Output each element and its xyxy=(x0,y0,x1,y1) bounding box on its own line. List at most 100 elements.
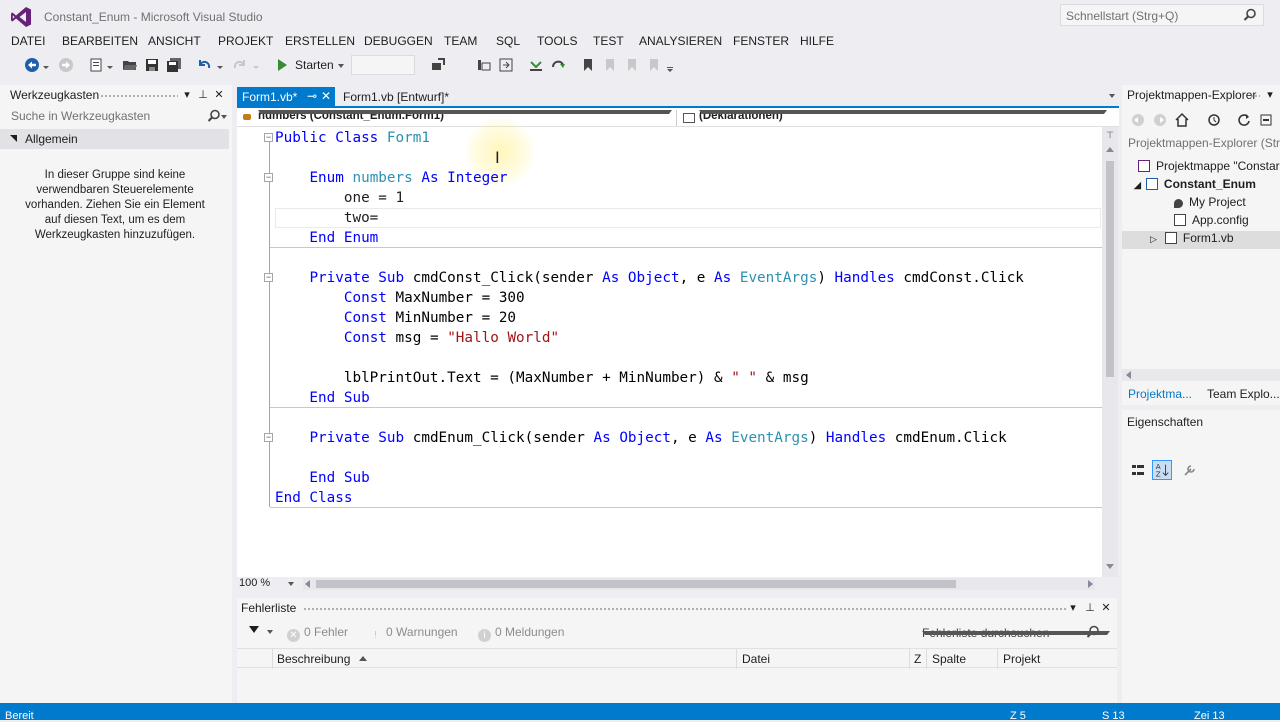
panel-menu-icon[interactable]: ▾ xyxy=(1264,88,1276,102)
tab-close-icon[interactable]: ✕ xyxy=(321,89,331,103)
tree-node-form1[interactable]: ▷ Form1.vb xyxy=(1122,231,1280,249)
tree-node-my-project[interactable]: My Project xyxy=(1174,195,1246,213)
menu-team[interactable]: TEAM xyxy=(444,34,477,48)
menu-bearbeiten[interactable]: BEARBEITEN xyxy=(62,34,138,48)
tab-form1-vb[interactable]: Form1.vb* ⊸ ✕ xyxy=(237,87,335,107)
split-window-icon[interactable]: ⊤ xyxy=(1105,130,1115,140)
alphabetical-icon[interactable]: AZ xyxy=(1152,460,1172,480)
save-all-icon[interactable] xyxy=(166,57,182,73)
find-in-files-icon[interactable] xyxy=(476,57,492,73)
code-line-1[interactable]: Public Class Form1 xyxy=(275,128,430,148)
pending-changes-icon[interactable] xyxy=(1206,112,1222,128)
fold-toggle-icon[interactable]: − xyxy=(264,433,273,442)
new-project-icon[interactable] xyxy=(88,57,104,73)
undo-icon[interactable] xyxy=(196,57,212,73)
column-spalte[interactable]: Spalte xyxy=(932,652,966,666)
panel-menu-icon[interactable]: ▾ xyxy=(181,88,193,102)
open-file-icon[interactable] xyxy=(122,57,138,73)
code-line-19[interactable]: End Class xyxy=(275,488,352,508)
code-line-16[interactable]: Private Sub cmdEnum_Click(sender As Obje… xyxy=(275,428,1006,448)
scroll-left-icon[interactable] xyxy=(1126,371,1131,379)
collapsed-arrow-icon[interactable]: ▷ xyxy=(1150,234,1157,244)
solution-horizontal-scrollbar[interactable] xyxy=(1122,369,1280,381)
warnings-filter-button[interactable]: ! 0 Warnungen xyxy=(369,625,458,642)
scroll-thumb[interactable] xyxy=(1106,161,1114,377)
panel-menu-icon[interactable]: ▾ xyxy=(1067,601,1079,615)
back-icon[interactable] xyxy=(24,57,40,73)
code-line-13[interactable]: lblPrintOut.Text = (MaxNumber + MinNumbe… xyxy=(275,368,809,388)
tab-form1-designer[interactable]: Form1.vb [Entwurf]* xyxy=(343,90,449,104)
step-over-icon[interactable] xyxy=(550,57,566,73)
property-pages-icon[interactable] xyxy=(1182,462,1198,478)
scroll-up-icon[interactable] xyxy=(1106,147,1114,152)
menu-debuggen[interactable]: DEBUGGEN xyxy=(364,34,433,48)
back-icon[interactable] xyxy=(1130,112,1146,128)
toolbox-group-allgemein[interactable]: Allgemein xyxy=(0,129,229,149)
member-dropdown[interactable]: (Deklarationen) xyxy=(681,110,1111,126)
properties-object-combo[interactable] xyxy=(1126,434,1280,454)
step-into-icon[interactable] xyxy=(528,57,544,73)
start-dropdown-icon[interactable] xyxy=(338,64,344,68)
next-bookmark-icon[interactable] xyxy=(624,57,640,73)
tab-team-explorer[interactable]: Team Explo... xyxy=(1207,387,1280,401)
save-icon[interactable] xyxy=(144,57,160,73)
filter-dropdown-icon[interactable] xyxy=(267,630,273,634)
categorized-icon[interactable] xyxy=(1130,462,1146,478)
toolbar-overflow-icon[interactable] xyxy=(666,57,674,73)
column-datei[interactable]: Datei xyxy=(742,652,770,666)
tree-node-project[interactable]: ◢ Constant_Enum xyxy=(1134,177,1256,195)
code-line-18[interactable]: End Sub xyxy=(275,468,369,488)
menu-datei[interactable]: DATEI xyxy=(11,34,45,48)
scroll-thumb[interactable] xyxy=(316,580,956,588)
code-line-11[interactable]: Const msg = "Hallo World" xyxy=(275,328,559,348)
tab-list-dropdown-icon[interactable] xyxy=(1109,94,1115,98)
collapse-all-icon[interactable] xyxy=(1258,112,1274,128)
filter-icon[interactable] xyxy=(249,626,259,633)
menu-tools[interactable]: TOOLS xyxy=(537,34,577,48)
redo-dropdown-icon[interactable] xyxy=(252,57,260,73)
editor-horizontal-scrollbar[interactable] xyxy=(303,578,1095,590)
toolbox-search-input[interactable]: Suche in Werkzeugkasten xyxy=(5,106,227,126)
navigate-icon[interactable] xyxy=(498,57,514,73)
menu-projekt[interactable]: PROJEKT xyxy=(218,34,273,48)
search-options-dropdown-icon[interactable] xyxy=(221,115,227,119)
menu-analysieren[interactable]: ANALYSIEREN xyxy=(639,34,722,48)
code-line-6[interactable]: End Enum xyxy=(275,228,378,248)
zoom-dropdown-icon[interactable] xyxy=(288,582,294,586)
tab-projektmappen-explorer[interactable]: Projektma... xyxy=(1128,387,1192,401)
messages-filter-button[interactable]: i0 Meldungen xyxy=(478,625,564,642)
code-editor[interactable]: − − − − Public Class Form1 Enum numbers … xyxy=(237,117,1102,577)
search-options-dropdown-icon[interactable] xyxy=(922,631,1110,635)
fold-toggle-icon[interactable]: − xyxy=(264,133,273,142)
close-icon[interactable]: ✕ xyxy=(213,88,225,102)
scroll-down-icon[interactable] xyxy=(1106,564,1114,569)
new-dropdown-icon[interactable] xyxy=(106,57,114,73)
attach-process-icon[interactable] xyxy=(430,57,446,73)
forward-icon[interactable] xyxy=(1152,112,1168,128)
editor-vertical-scrollbar[interactable]: ⊤ xyxy=(1102,127,1118,577)
bookmark-icon[interactable] xyxy=(580,57,596,73)
refresh-icon[interactable] xyxy=(1236,112,1252,128)
close-icon[interactable]: ✕ xyxy=(1100,601,1112,615)
undo-dropdown-icon[interactable] xyxy=(216,57,224,73)
menu-test[interactable]: TEST xyxy=(593,34,624,48)
code-line-5[interactable]: two= xyxy=(275,208,378,228)
home-icon[interactable] xyxy=(1174,112,1190,128)
code-line-9[interactable]: Const MaxNumber = 300 xyxy=(275,288,525,308)
column-beschreibung[interactable]: Beschreibung xyxy=(277,652,350,666)
menu-fenster[interactable]: FENSTER xyxy=(733,34,789,48)
redo-icon[interactable] xyxy=(232,57,248,73)
search-icon[interactable] xyxy=(207,109,221,123)
pin-icon[interactable]: ⊥ xyxy=(1084,601,1096,615)
expanded-arrow-icon[interactable]: ◢ xyxy=(1134,180,1141,190)
search-icon[interactable] xyxy=(1243,8,1257,22)
solution-explorer-search-input[interactable]: Projektmappen-Explorer (Strg xyxy=(1124,133,1280,153)
type-dropdown[interactable]: numbers (Constant_Enum.Form1) xyxy=(241,110,677,126)
code-line-10[interactable]: Const MinNumber = 20 xyxy=(275,308,516,328)
scroll-right-icon[interactable] xyxy=(1088,580,1093,588)
fold-toggle-icon[interactable]: − xyxy=(264,173,273,182)
column-projekt[interactable]: Projekt xyxy=(1003,652,1040,666)
errors-filter-button[interactable]: ✕ 0 Fehler xyxy=(287,625,348,642)
clear-bookmarks-icon[interactable] xyxy=(646,57,662,73)
tree-node-solution[interactable]: Projektmappe "Constar xyxy=(1138,159,1280,177)
